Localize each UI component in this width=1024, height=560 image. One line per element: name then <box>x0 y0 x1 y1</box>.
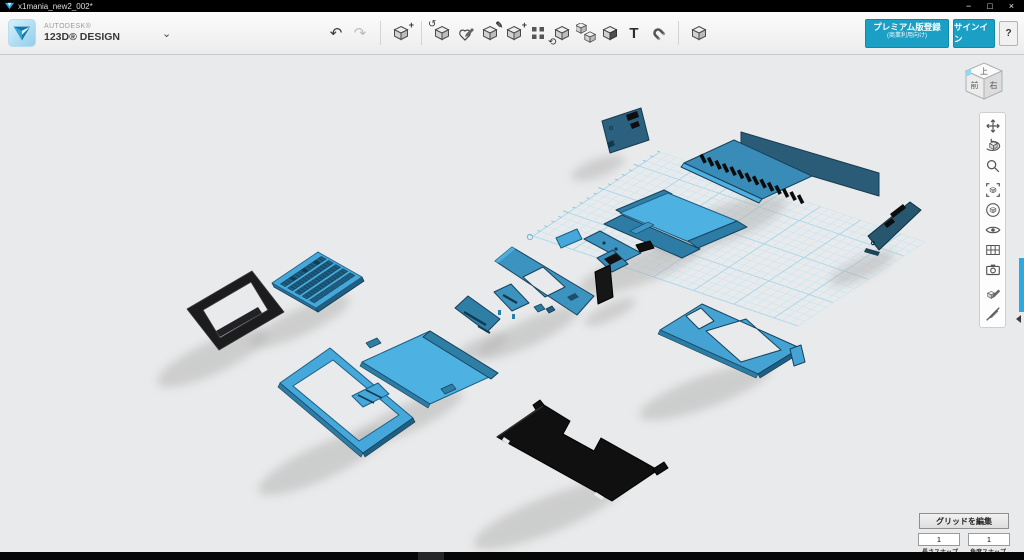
snap-tool[interactable] <box>647 22 669 44</box>
document-tab[interactable]: x1mania_new2_002* <box>0 2 93 11</box>
help-button[interactable]: ? <box>999 21 1018 46</box>
scene-3d <box>0 55 1024 552</box>
main-toolbar: AUTODESK® 123D® DESIGN ⌄ ↶ ↷ + ↺ ✎ + ⟲ T <box>0 12 1024 55</box>
modify-tool[interactable]: + <box>503 22 525 44</box>
show-grid-icon[interactable] <box>982 240 1003 260</box>
part-black-card[interactable] <box>595 265 613 304</box>
pattern-tool[interactable] <box>527 22 549 44</box>
length-snap-input[interactable] <box>918 533 960 546</box>
edit-grid-button[interactable]: グリッドを編集 <box>919 513 1009 529</box>
viewcube-front-label[interactable]: 前 <box>971 80 979 90</box>
toolbar-separator <box>421 21 422 45</box>
header-actions: プレミアム版登録 (商業利用向け) サインイン ? <box>865 12 1018 54</box>
text-tool[interactable]: T <box>623 22 645 44</box>
restore-button[interactable]: □ <box>987 0 992 12</box>
tab-title: x1mania_new2_002* <box>18 2 93 11</box>
part-keyboard[interactable] <box>272 252 364 312</box>
chevron-down-icon[interactable]: ⌄ <box>162 27 171 40</box>
look-at-icon[interactable] <box>982 200 1003 220</box>
edge-scrollbar[interactable] <box>1019 258 1024 312</box>
panel-collapse-arrow-icon[interactable] <box>1016 315 1021 323</box>
minimize-button[interactable]: − <box>966 0 971 12</box>
part-side-io-panel[interactable] <box>864 202 921 256</box>
brand-product: 123D® DESIGN <box>44 32 120 43</box>
title-bar: x1mania_new2_002* − □ × <box>0 0 1024 12</box>
pan-icon[interactable] <box>982 116 1003 136</box>
combine-tool[interactable] <box>575 22 597 44</box>
material-view-icon[interactable] <box>982 284 1003 304</box>
view-cube[interactable]: 上 前 右 <box>958 57 1010 109</box>
orbit-icon[interactable] <box>982 136 1003 156</box>
brand-text: AUTODESK® 123D® DESIGN <box>44 23 120 43</box>
taskbar-strip <box>0 552 1024 560</box>
snapshot-camera-icon[interactable] <box>982 260 1003 280</box>
grid-settings-panel: グリッドを編集 長さスナップ 角度スナップ <box>916 513 1012 552</box>
sketch-visibility-icon[interactable] <box>982 304 1003 324</box>
angle-snap-input[interactable] <box>968 533 1010 546</box>
premium-signup-button[interactable]: プレミアム版登録 (商業利用向け) <box>865 19 949 48</box>
zoom-icon[interactable] <box>982 156 1003 176</box>
view-toolbar <box>979 112 1006 328</box>
app-logo-icon <box>5 2 14 11</box>
close-button[interactable]: × <box>1009 0 1014 12</box>
part-vent-panel[interactable] <box>681 132 879 203</box>
sketch-tool[interactable] <box>455 22 477 44</box>
part-knobs[interactable] <box>534 304 555 313</box>
grouping-tool[interactable]: ⟲ <box>551 22 573 44</box>
undo-button[interactable]: ↶ <box>325 22 347 44</box>
logo-triangle-icon <box>11 22 33 44</box>
app-menu[interactable]: AUTODESK® 123D® DESIGN ⌄ <box>0 19 171 47</box>
toolbar-separator <box>678 21 679 45</box>
app-logo <box>8 19 36 47</box>
hide-eye-icon[interactable] <box>982 220 1003 240</box>
transform-tool[interactable]: ↺ <box>431 22 453 44</box>
tool-strip: ↶ ↷ + ↺ ✎ + ⟲ T <box>324 12 711 54</box>
toolbar-separator <box>380 21 381 45</box>
sign-in-button[interactable]: サインイン <box>953 19 995 48</box>
redo-button[interactable]: ↷ <box>349 22 371 44</box>
viewcube-top-label[interactable]: 上 <box>980 67 988 76</box>
part-pcb-board[interactable] <box>602 108 649 153</box>
primitives-tool[interactable]: + <box>390 22 412 44</box>
groups-tool[interactable] <box>688 22 710 44</box>
part-front-bezel-small[interactable] <box>455 296 500 333</box>
taskbar-segment <box>418 552 444 560</box>
material-tool[interactable] <box>599 22 621 44</box>
part-chassis-frame-right[interactable] <box>658 304 805 378</box>
viewcube-right-label[interactable]: 右 <box>990 80 998 90</box>
viewport-3d[interactable]: 上 前 右 <box>0 55 1024 552</box>
part-io-bracket[interactable] <box>494 284 529 319</box>
fit-view-icon[interactable] <box>982 180 1003 200</box>
construct-tool[interactable]: ✎ <box>479 22 501 44</box>
brand-autodesk: AUTODESK® <box>44 23 120 30</box>
